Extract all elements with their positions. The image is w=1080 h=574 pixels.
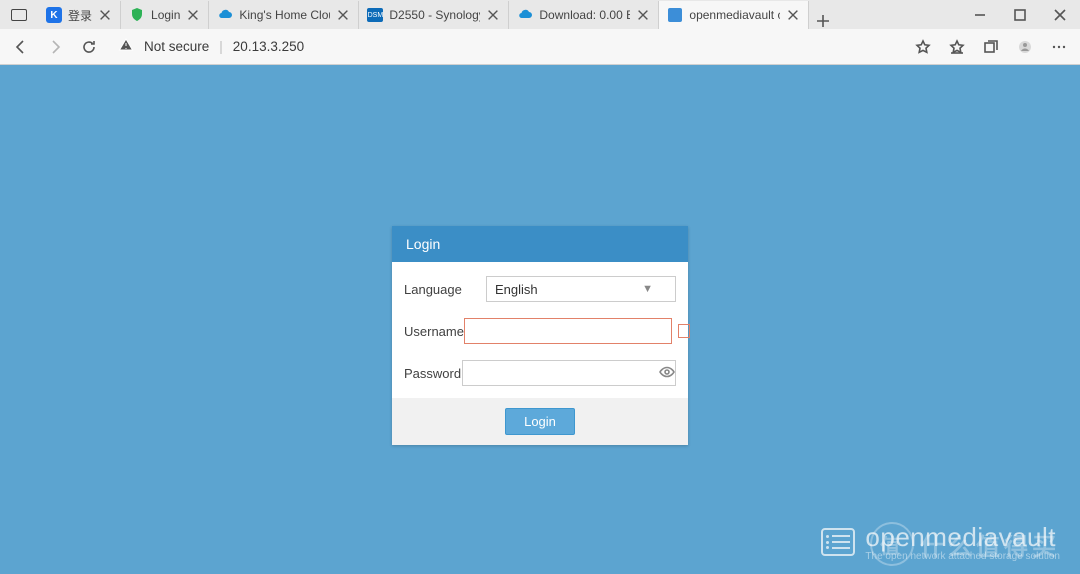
language-select[interactable]: English ▼: [486, 276, 676, 302]
close-icon[interactable]: [636, 8, 650, 22]
favicon: [667, 7, 683, 23]
address-bar[interactable]: Not secure | 20.13.3.250: [108, 33, 904, 61]
language-row: Language English ▼: [404, 268, 676, 310]
close-icon[interactable]: [786, 8, 800, 22]
close-icon[interactable]: [186, 8, 200, 22]
login-panel-title: Login: [392, 226, 688, 262]
tab-actions-button[interactable]: [0, 0, 38, 29]
tab-title: 登录: [68, 7, 92, 24]
tab-title: Login: [151, 8, 180, 22]
login-form: Language English ▼ Username Password: [392, 262, 688, 398]
username-input[interactable]: [464, 318, 672, 344]
tab-item-active[interactable]: openmediavault co: [659, 1, 809, 29]
tab-title: openmediavault co: [689, 8, 780, 22]
favicon: [517, 7, 533, 23]
login-panel: Login Language English ▼ Username: [392, 226, 688, 445]
close-window-button[interactable]: [1040, 0, 1080, 29]
tab-item[interactable]: King's Home Cloud: [209, 1, 359, 29]
password-row: Password: [404, 352, 676, 394]
favicon: K: [46, 7, 62, 23]
tab-item[interactable]: Download: 0.00 B/s: [509, 1, 659, 29]
tab-title: King's Home Cloud: [239, 8, 330, 22]
tab-strip: K 登录 Login King's Home Cloud: [38, 0, 960, 29]
window-titlebar: K 登录 Login King's Home Cloud: [0, 0, 1080, 29]
language-value: English: [495, 282, 538, 297]
minimize-button[interactable]: [960, 0, 1000, 29]
refresh-button[interactable]: [74, 32, 104, 62]
favicon: [129, 7, 145, 23]
close-icon[interactable]: [336, 8, 350, 22]
profile-button[interactable]: [1010, 32, 1040, 62]
back-button[interactable]: [6, 32, 36, 62]
tab-item[interactable]: DSM D2550 - Synology D: [359, 1, 509, 29]
tab-item[interactable]: K 登录: [38, 1, 121, 29]
window-controls: [960, 0, 1080, 29]
brand-name: openmediavault: [865, 522, 1060, 553]
tab-title: D2550 - Synology D: [389, 8, 480, 22]
browser-toolbar: Not secure | 20.13.3.250: [0, 29, 1080, 65]
favorites-list-button[interactable]: [942, 32, 972, 62]
tablist-icon: [11, 9, 27, 21]
username-row: Username: [404, 310, 676, 352]
login-footer: Login: [392, 398, 688, 445]
tab-title: Download: 0.00 B/s: [539, 8, 630, 22]
password-label: Password: [404, 366, 462, 381]
chevron-down-icon: ▼: [642, 283, 653, 295]
tab-item[interactable]: Login: [121, 1, 209, 29]
url-text: 20.13.3.250: [233, 39, 304, 54]
address-separator: |: [219, 39, 223, 54]
new-tab-button[interactable]: [809, 13, 837, 29]
collections-button[interactable]: [976, 32, 1006, 62]
brand-tagline: The open network attached storage soluti…: [865, 551, 1060, 562]
menu-button[interactable]: [1044, 32, 1074, 62]
security-text: Not secure: [144, 39, 209, 54]
close-icon[interactable]: [486, 8, 500, 22]
security-warning-icon: [118, 37, 134, 56]
login-button[interactable]: Login: [505, 408, 575, 435]
username-label: Username: [404, 324, 464, 339]
maximize-button[interactable]: [1000, 0, 1040, 29]
language-label: Language: [404, 282, 486, 297]
forward-button[interactable]: [40, 32, 70, 62]
page-content: Login Language English ▼ Username: [0, 65, 1080, 574]
favicon: [217, 7, 233, 23]
validation-error-icon: [678, 324, 690, 338]
close-icon[interactable]: [98, 8, 112, 22]
brand-logo-icon: [821, 528, 855, 556]
favorite-button[interactable]: [908, 32, 938, 62]
eye-icon[interactable]: [657, 364, 677, 383]
brand-block: openmediavault The open network attached…: [821, 522, 1060, 562]
favicon: DSM: [367, 7, 383, 23]
password-input[interactable]: [462, 360, 676, 386]
